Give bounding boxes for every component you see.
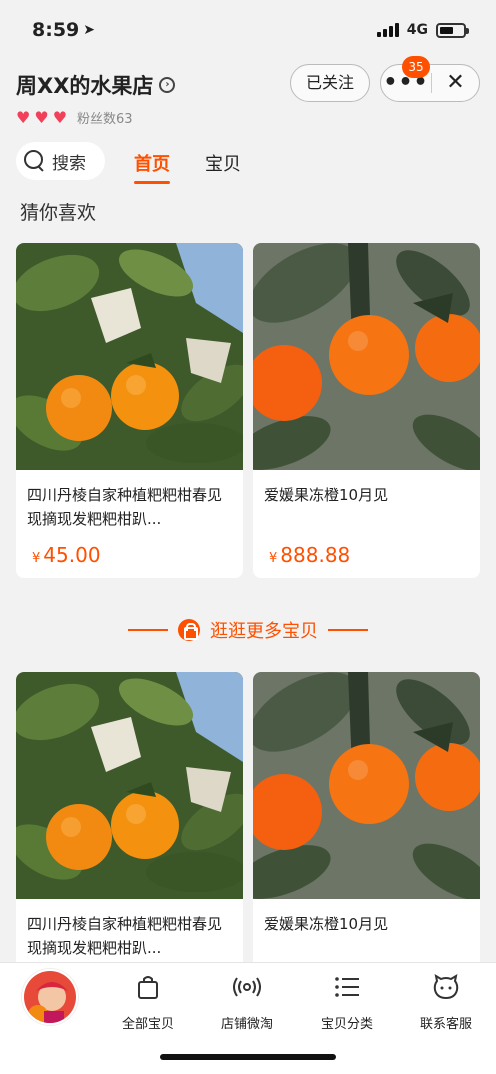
product-image [253,243,480,470]
categories-button[interactable]: 宝贝分类 [307,973,387,1032]
search-label: 搜索 [52,153,86,174]
close-button[interactable]: ✕ [432,65,479,101]
category-list-icon [335,977,359,997]
shop-name-row[interactable]: 周XX的水果店 › [16,70,176,100]
battery-icon [436,22,469,38]
heart-icon: ♥ [52,107,68,127]
fans-count: 粉丝数63 [77,112,133,127]
shop-nav: 搜索 首页 宝贝 [0,142,496,186]
product-image [253,672,480,899]
notification-badge: 35 [402,56,430,78]
home-indicator[interactable] [160,1054,336,1060]
product-price: ¥45.00 [32,543,101,567]
customer-service-label: 联系客服 [419,1017,472,1032]
heart-icon: ♥ [34,107,49,127]
product-title: 爱媛果冻橙10月见 [264,915,389,933]
currency-symbol: ¥ [269,551,278,566]
shop-feed-label: 店铺微淘 [220,1017,273,1032]
search-button[interactable]: 搜索 [16,142,105,180]
shop-avatar[interactable] [22,969,78,1025]
all-items-button[interactable]: 全部宝贝 [108,973,188,1032]
mini-program-capsule: ••• ✕ [380,64,480,102]
search-icon [24,150,46,172]
categories-label: 宝贝分类 [320,1017,373,1032]
currency-symbol: ¥ [32,551,41,566]
price-value: 888.88 [280,543,351,567]
clock-text: 8:59 [32,19,80,41]
divider-line [128,629,168,631]
product-card[interactable]: 爱媛果冻橙10月见 ¥888.88 [253,243,480,578]
more-items-link[interactable]: 逛逛更多宝贝 [0,612,496,648]
product-title: 四川丹棱自家种植粑粑柑春见现摘现发粑粑柑趴... [27,486,223,528]
location-arrow-icon: ➤ [83,22,95,38]
product-card[interactable]: 四川丹棱自家种植粑粑柑春见现摘现发粑粑柑趴... ¥45.00 [16,243,243,578]
shop-meta: ♥ ♥ ♥ 粉丝数63 [16,108,133,127]
shop-feed-button[interactable]: 店铺微淘 [207,973,287,1032]
product-image [16,243,243,470]
product-card[interactable]: 四川丹棱自家种植粑粑柑春见现摘现发粑粑柑趴... [16,672,243,972]
tab-home[interactable]: 首页 [134,150,170,184]
network-type: 4G [406,22,428,38]
status-indicators: 4G [376,22,469,38]
product-title: 四川丹棱自家种植粑粑柑春见现摘现发粑粑柑趴... [27,915,223,957]
section-title: 猜你喜欢 [20,202,97,224]
signal-icon [376,23,399,37]
product-price: ¥888.88 [269,543,350,567]
product-image [16,672,243,899]
follow-button[interactable]: 已关注 [290,64,370,102]
all-items-label: 全部宝贝 [121,1017,174,1032]
shop-name: 周XX的水果店 [16,74,154,98]
shop-header: 周XX的水果店 › ♥ ♥ ♥ 粉丝数63 已关注 ••• ✕ 35 [0,56,496,130]
product-card[interactable]: 爱媛果冻橙10月见 [253,672,480,972]
status-time: 8:59 ➤ [32,19,95,41]
tab-items[interactable]: 宝贝 [205,150,241,176]
customer-service-button[interactable]: 联系客服 [406,973,486,1032]
broadcast-icon [233,977,261,997]
close-icon: ✕ [446,70,465,95]
product-title: 爱媛果冻橙10月见 [264,486,389,504]
status-bar: 8:59 ➤ 4G [0,0,496,60]
shopping-bag-icon [178,619,200,641]
more-items-label: 逛逛更多宝贝 [210,621,318,642]
chevron-right-circle-icon[interactable]: › [159,77,176,93]
price-value: 45.00 [43,543,101,567]
shopping-bag-icon [138,976,158,999]
chat-face-icon [433,973,459,1000]
divider-line [328,629,368,631]
heart-icon: ♥ [16,107,31,127]
